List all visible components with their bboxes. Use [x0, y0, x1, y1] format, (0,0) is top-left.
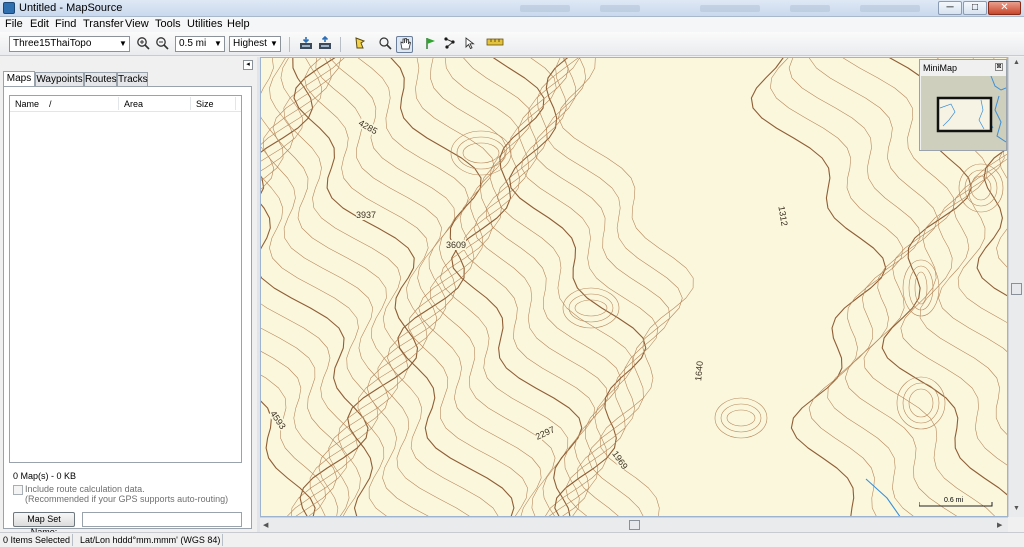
map-set-name-input[interactable] — [82, 512, 242, 527]
close-button[interactable]: ✕ — [988, 1, 1021, 15]
mapsource-app-icon — [3, 2, 15, 14]
chevron-down-icon: ▼ — [119, 39, 127, 48]
toolbar: Three15ThaiTopo ▼ 0.5 mi ▼ Highest ▼ — [0, 32, 1024, 56]
map-set-name-button[interactable]: Map Set Name: — [13, 512, 75, 537]
menu-bar: File Edit Find Transfer View Tools Utili… — [0, 17, 1024, 32]
zoom-scale-dropdown[interactable]: 0.5 mi ▼ — [175, 36, 225, 52]
detail-level-dropdown[interactable]: Highest ▼ — [229, 36, 281, 52]
tab-routes[interactable]: Routes — [84, 72, 117, 87]
scroll-left-icon[interactable]: ◀ — [263, 521, 268, 529]
status-position-format: Lat/Lon hddd°mm.mmm' (WGS 84) — [80, 535, 221, 545]
map-view[interactable]: 4285 3937 3609 1312 1640 2297 1969 4593 … — [260, 57, 1008, 517]
map-product-value: Three15ThaiTopo — [13, 38, 92, 49]
menu-edit[interactable]: Edit — [30, 18, 49, 30]
column-header-size[interactable]: Size — [196, 99, 214, 109]
waypoint-tool-icon[interactable] — [421, 36, 438, 53]
distance-tool-icon[interactable] — [485, 36, 505, 53]
hand-tool-icon[interactable] — [396, 36, 413, 53]
window-title: Untitled - MapSource — [19, 2, 123, 14]
menu-utilities[interactable]: Utilities — [187, 18, 222, 30]
status-bar: 0 Items Selected Lat/Lon hddd°mm.mmm' (W… — [0, 532, 1024, 547]
minimap-panel[interactable]: MiniMap ⊠ — [919, 59, 1007, 151]
map-vertical-scrollbar[interactable]: ▲ ▼ — [1008, 57, 1024, 517]
contour-label: 3937 — [356, 210, 377, 220]
horizontal-scroll-thumb[interactable] — [629, 520, 640, 530]
maps-list[interactable]: Name / Area Size — [9, 95, 242, 463]
menu-transfer[interactable]: Transfer — [83, 18, 124, 30]
title-bar: Untitled - MapSource ─ □ ✕ — [0, 0, 1024, 17]
route-tool-icon[interactable] — [441, 36, 458, 53]
maps-summary: 0 Map(s) - 0 KB — [13, 471, 77, 481]
zoom-tool-icon[interactable] — [376, 36, 393, 53]
scale-bar: 0.6 mi — [919, 497, 993, 508]
map-horizontal-scrollbar[interactable]: ◀ ▶ — [260, 517, 1008, 532]
menu-view[interactable]: View — [125, 18, 149, 30]
menu-find[interactable]: Find — [55, 18, 76, 30]
menu-help[interactable]: Help — [227, 18, 250, 30]
zoom-in-icon[interactable] — [134, 36, 151, 53]
scroll-down-icon[interactable]: ▼ — [1013, 505, 1020, 512]
scroll-up-icon[interactable]: ▲ — [1013, 59, 1020, 66]
menu-tools[interactable]: Tools — [155, 18, 181, 30]
route-calculation-label: Include route calculation data. (Recomme… — [25, 484, 229, 504]
minimize-button[interactable]: ─ — [938, 1, 962, 15]
tab-tracks[interactable]: Tracks — [117, 72, 148, 87]
zoom-out-icon[interactable] — [153, 36, 170, 53]
vertical-scroll-thumb[interactable] — [1011, 283, 1022, 295]
menu-file[interactable]: File — [5, 18, 23, 30]
maximize-button[interactable]: □ — [963, 1, 987, 15]
chevron-down-icon: ▼ — [270, 39, 278, 48]
status-items-selected: 0 Items Selected — [3, 535, 71, 545]
minimap-title: MiniMap — [923, 63, 958, 73]
sort-indicator: / — [49, 99, 52, 109]
chevron-down-icon: ▼ — [214, 39, 222, 48]
tab-waypoints[interactable]: Waypoints — [35, 72, 84, 87]
maps-list-header: Name / Area Size — [10, 96, 241, 112]
track-tool-icon[interactable] — [461, 36, 478, 53]
zoom-scale-value: 0.5 mi — [179, 38, 207, 49]
column-header-name[interactable]: Name — [15, 99, 39, 109]
receive-from-device-icon[interactable] — [297, 36, 314, 53]
contour-label: 1640 — [693, 360, 705, 382]
minimap-viewport-indicator — [936, 96, 993, 133]
selection-tool-icon[interactable] — [351, 36, 368, 53]
collapse-pane-button[interactable]: ◂ — [243, 60, 253, 70]
contour-label: 3609 — [446, 240, 467, 250]
map-product-dropdown[interactable]: Three15ThaiTopo ▼ — [9, 36, 130, 52]
minimap-close-icon[interactable]: ⊠ — [995, 63, 1003, 71]
minimap-view[interactable] — [921, 76, 1006, 150]
detail-level-value: Highest — [233, 38, 267, 49]
column-header-area[interactable]: Area — [124, 99, 143, 109]
scroll-right-icon[interactable]: ▶ — [997, 521, 1002, 529]
send-to-device-icon[interactable] — [316, 35, 333, 53]
route-calculation-checkbox[interactable] — [13, 485, 23, 495]
tab-maps[interactable]: Maps — [3, 71, 35, 87]
left-pane: ◂ Maps Waypoints Routes Tracks Name / Ar… — [0, 57, 257, 537]
